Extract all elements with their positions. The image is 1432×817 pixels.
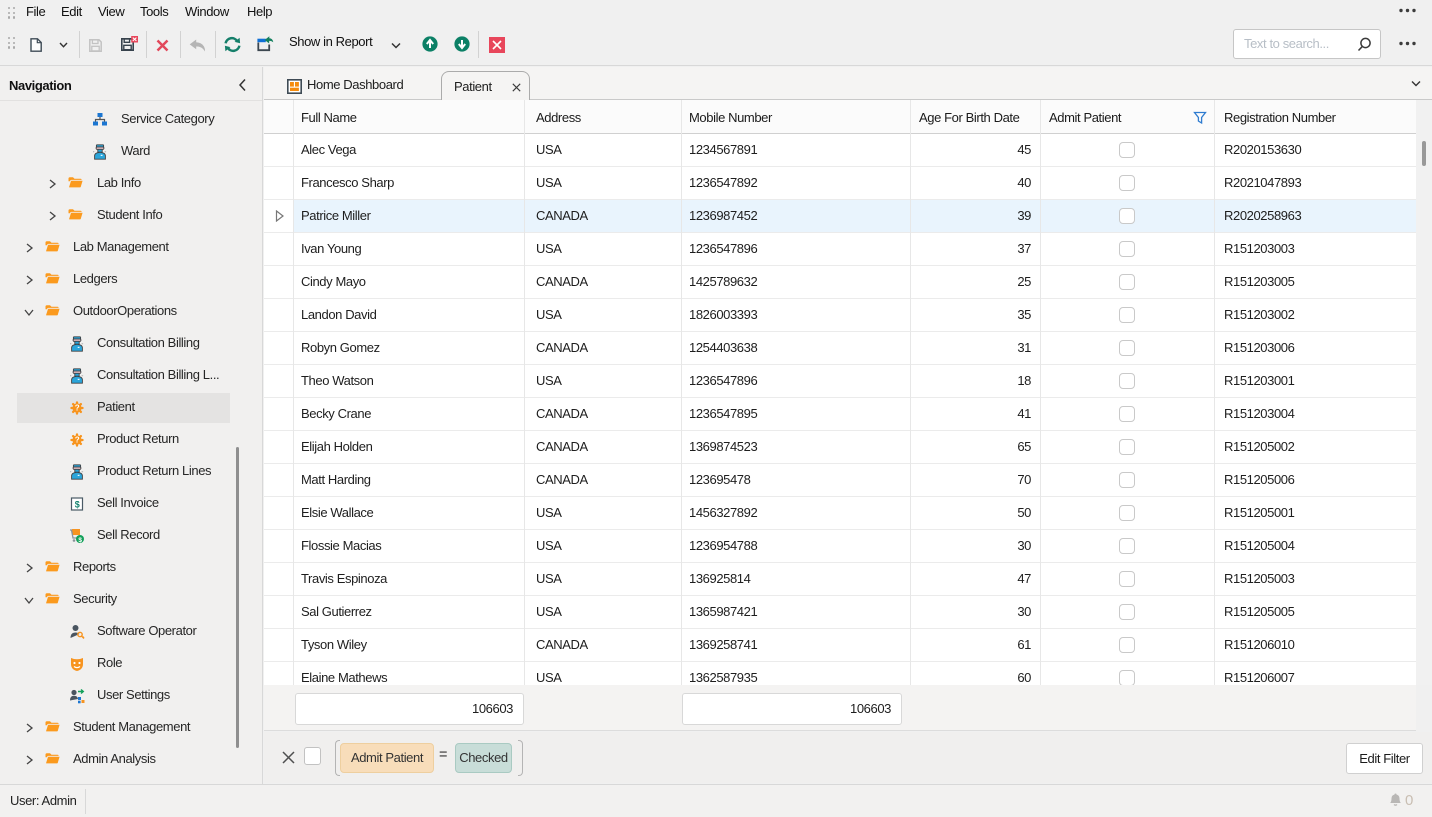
svg-text:$: $ [75,500,80,510]
svg-text:?: ? [75,436,80,445]
svg-text:?: ? [75,404,80,413]
